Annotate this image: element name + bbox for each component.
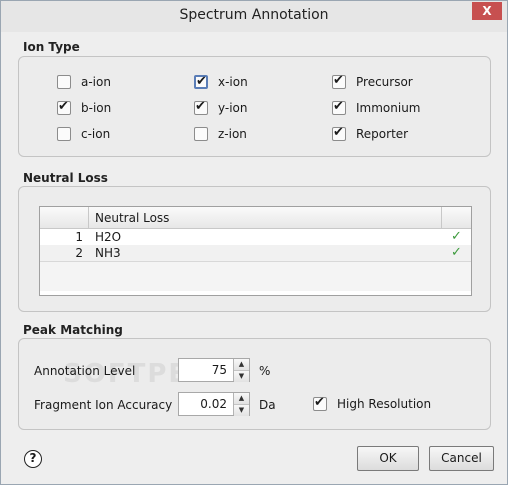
dialog-window: Spectrum Annotation X Ion Type a-ion x-i… bbox=[0, 0, 508, 485]
fragment-accuracy-value[interactable]: 0.02 bbox=[179, 393, 233, 415]
close-button[interactable]: X bbox=[472, 2, 502, 20]
table-row[interactable]: 1 H2O ✓ bbox=[40, 229, 471, 245]
ion-type-panel: a-ion x-ion Precursor b-ion y-ion Immoni… bbox=[18, 56, 491, 157]
checkbox-a-ion[interactable]: a-ion bbox=[57, 75, 111, 89]
fragment-accuracy-spinner[interactable]: 0.02 ▲ ▼ bbox=[178, 392, 250, 416]
checkbox-label: c-ion bbox=[81, 127, 111, 141]
peak-matching-heading: Peak Matching bbox=[23, 323, 123, 337]
fragment-accuracy-label: Fragment Ion Accuracy bbox=[34, 398, 173, 412]
header-check-cell[interactable] bbox=[442, 207, 471, 228]
checkbox-box[interactable] bbox=[57, 75, 71, 89]
header-neutral-loss[interactable]: Neutral Loss bbox=[89, 207, 442, 228]
checkbox-immonium[interactable]: Immonium bbox=[332, 99, 421, 115]
checkbox-x-ion[interactable]: x-ion bbox=[194, 74, 248, 89]
checkbox-label: a-ion bbox=[81, 75, 111, 89]
checkbox-precursor[interactable]: Precursor bbox=[332, 73, 413, 89]
cancel-button[interactable]: Cancel bbox=[429, 446, 494, 471]
fragment-accuracy-unit: Da bbox=[259, 398, 276, 412]
spinner-up-icon[interactable]: ▲ bbox=[234, 393, 249, 404]
annotation-level-value[interactable]: 75 bbox=[179, 359, 233, 381]
neutral-loss-heading: Neutral Loss bbox=[23, 171, 108, 185]
row-index: 1 bbox=[75, 230, 83, 244]
checkbox-label: b-ion bbox=[81, 101, 112, 115]
checkbox-box[interactable] bbox=[194, 74, 208, 89]
window-title: Spectrum Annotation bbox=[179, 7, 329, 23]
checkbox-label: x-ion bbox=[218, 75, 248, 89]
checkbox-reporter[interactable]: Reporter bbox=[332, 125, 409, 141]
checkbox-box[interactable] bbox=[332, 99, 346, 115]
spinner-down-icon[interactable]: ▼ bbox=[234, 404, 249, 416]
checkbox-label: z-ion bbox=[218, 127, 247, 141]
table-row[interactable]: 2 NH3 ✓ bbox=[40, 245, 471, 261]
annotation-level-label: Annotation Level bbox=[34, 364, 136, 378]
checkbox-box[interactable] bbox=[194, 127, 208, 141]
checkbox-box[interactable] bbox=[332, 73, 346, 89]
checkbox-label: y-ion bbox=[218, 101, 248, 115]
spinner-down-icon[interactable]: ▼ bbox=[234, 370, 249, 382]
annotation-level-spinner[interactable]: 75 ▲ ▼ bbox=[178, 358, 250, 382]
checkbox-label: Precursor bbox=[356, 75, 413, 89]
table-empty-area bbox=[40, 261, 471, 291]
checkbox-b-ion[interactable]: b-ion bbox=[57, 99, 112, 115]
checkbox-y-ion[interactable]: y-ion bbox=[194, 99, 248, 115]
checkbox-box[interactable] bbox=[194, 99, 208, 115]
ok-button[interactable]: OK bbox=[357, 446, 419, 471]
checkbox-label: Reporter bbox=[356, 127, 409, 141]
checkbox-box[interactable] bbox=[332, 125, 346, 141]
checkbox-c-ion[interactable]: c-ion bbox=[57, 127, 110, 141]
checkbox-z-ion[interactable]: z-ion bbox=[194, 127, 247, 141]
ion-type-heading: Ion Type bbox=[23, 40, 80, 54]
checkbox-box[interactable] bbox=[313, 395, 327, 411]
checkbox-box[interactable] bbox=[57, 99, 71, 115]
spinner-buttons: ▲ ▼ bbox=[233, 359, 249, 382]
title-bar: Spectrum Annotation X bbox=[1, 1, 507, 32]
header-index-cell[interactable] bbox=[40, 207, 89, 228]
spinner-up-icon[interactable]: ▲ bbox=[234, 359, 249, 370]
neutral-loss-table[interactable]: Neutral Loss 1 H2O ✓ 2 NH3 ✓ bbox=[39, 206, 472, 296]
checkbox-box[interactable] bbox=[57, 127, 71, 141]
row-index: 2 bbox=[75, 246, 83, 260]
row-name: NH3 bbox=[95, 246, 121, 260]
checkbox-label: Immonium bbox=[356, 101, 421, 115]
neutral-loss-panel: Neutral Loss 1 H2O ✓ 2 NH3 ✓ bbox=[18, 186, 491, 312]
spinner-buttons: ▲ ▼ bbox=[233, 393, 249, 416]
peak-matching-panel bbox=[18, 338, 491, 430]
help-icon[interactable]: ? bbox=[24, 450, 42, 468]
checkbox-high-resolution[interactable]: High Resolution bbox=[313, 395, 432, 411]
table-header: Neutral Loss bbox=[40, 207, 471, 229]
checkmark-icon[interactable]: ✓ bbox=[442, 245, 471, 261]
checkmark-icon[interactable]: ✓ bbox=[442, 229, 471, 245]
row-name: H2O bbox=[95, 230, 122, 244]
checkbox-label: High Resolution bbox=[337, 397, 432, 411]
annotation-level-unit: % bbox=[259, 364, 271, 378]
